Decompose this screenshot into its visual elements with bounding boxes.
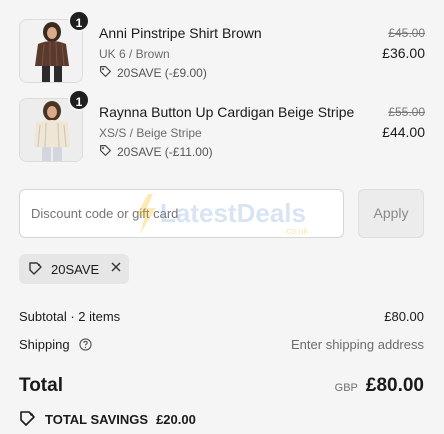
applied-code: 20SAVE xyxy=(51,261,100,277)
line-item: 1 Raynna Button Up Cardigan Beige Stripe… xyxy=(19,89,425,164)
original-price: £45.00 xyxy=(388,26,425,40)
tag-icon xyxy=(99,144,112,160)
product-name: Raynna Button Up Cardigan Beige Stripe xyxy=(99,104,355,120)
tag-icon xyxy=(28,260,44,279)
total-savings: TOTAL SAVINGS £20.00 xyxy=(19,409,196,430)
product-variant: XS/S / Beige Stripe xyxy=(99,126,202,140)
tag-icon xyxy=(99,65,112,81)
shipping-row: Shipping Enter shipping address xyxy=(19,337,424,354)
discount-text: 20SAVE (-£11.00) xyxy=(117,145,213,159)
apply-button[interactable]: Apply xyxy=(358,189,424,238)
shipping-value: Enter shipping address xyxy=(291,337,424,352)
original-price: £55.00 xyxy=(388,105,425,119)
product-discount: 20SAVE (-£9.00) xyxy=(99,65,207,81)
line-item: 1 Anni Pinstripe Shirt Brown UK 6 / Brow… xyxy=(19,10,425,85)
subtotal-row: Subtotal · 2 items £80.00 xyxy=(19,309,424,324)
savings-label: TOTAL SAVINGS xyxy=(45,412,149,427)
applied-discount-chip: 20SAVE xyxy=(19,254,129,284)
product-thumbnail: 1 xyxy=(19,10,90,83)
quantity-badge: 1 xyxy=(68,10,90,32)
discount-code-input[interactable] xyxy=(19,189,344,238)
remove-discount-icon[interactable] xyxy=(110,261,122,277)
currency-code: GBP xyxy=(334,382,358,394)
discount-text: 20SAVE (-£9.00) xyxy=(117,66,207,80)
subtotal-value: £80.00 xyxy=(384,309,424,324)
total-amount-group: GBP £80.00 xyxy=(335,375,424,397)
help-icon[interactable] xyxy=(79,338,92,354)
product-discount: 20SAVE (-£11.00) xyxy=(99,144,213,160)
product-price: £36.00 xyxy=(382,45,425,61)
savings-value: £20.00 xyxy=(156,412,196,427)
product-variant: UK 6 / Brown xyxy=(99,47,170,61)
product-name: Anni Pinstripe Shirt Brown xyxy=(99,25,262,41)
product-thumbnail: 1 xyxy=(19,89,90,162)
shipping-label: Shipping xyxy=(19,337,70,352)
product-price: £44.00 xyxy=(382,124,425,140)
total-amount: £80.00 xyxy=(365,375,424,396)
quantity-badge: 1 xyxy=(68,89,90,111)
subtotal-label: Subtotal · 2 items xyxy=(19,309,121,324)
total-label: Total xyxy=(19,375,63,396)
tag-icon xyxy=(19,409,37,430)
